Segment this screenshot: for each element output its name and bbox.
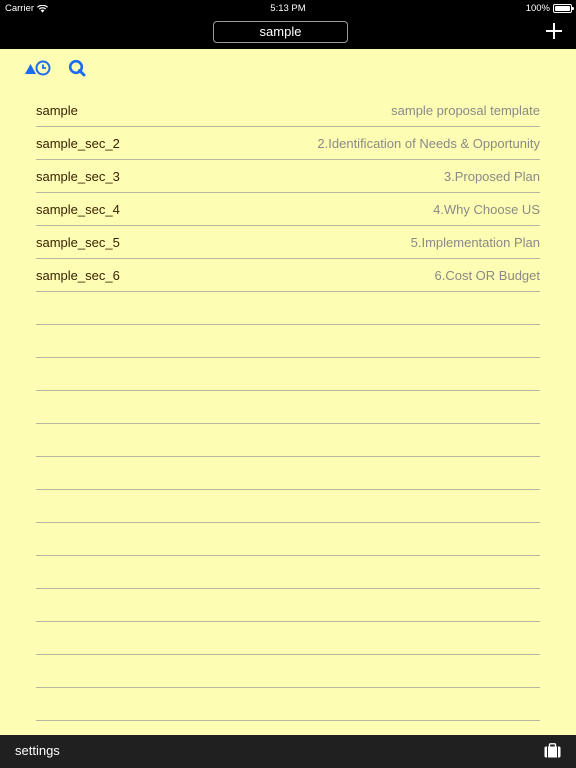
list-item[interactable]: sample_sec_4 4.Why Choose US (36, 193, 540, 226)
list-item-name: sample_sec_5 (36, 235, 120, 250)
battery-icon (553, 4, 574, 13)
list-item-name: sample (36, 103, 78, 118)
empty-list-row[interactable] (36, 655, 540, 688)
battery-percent: 100% (525, 3, 550, 14)
status-time: 5:13 PM (270, 3, 306, 14)
document-title-field[interactable]: sample (213, 21, 348, 43)
empty-list-row[interactable] (36, 622, 540, 655)
empty-list-row[interactable] (36, 292, 540, 325)
navigation-bar: sample (0, 16, 576, 49)
empty-list-row[interactable] (36, 325, 540, 358)
empty-list-row[interactable] (36, 424, 540, 457)
list-item-name: sample_sec_2 (36, 136, 120, 151)
empty-list-row[interactable] (36, 457, 540, 490)
bottom-toolbar: settings (0, 735, 576, 768)
briefcase-icon[interactable] (544, 743, 561, 758)
empty-list-row[interactable] (36, 391, 540, 424)
status-bar: Carrier 5:13 PM 100% (0, 0, 576, 16)
search-icon[interactable] (68, 59, 86, 77)
empty-list-row[interactable] (36, 589, 540, 622)
empty-list-row[interactable] (36, 688, 540, 721)
list-item-description: 5.Implementation Plan (410, 235, 540, 250)
plus-icon[interactable] (546, 23, 562, 39)
list-item-description: 3.Proposed Plan (443, 169, 540, 184)
list-item-description: 4.Why Choose US (433, 202, 540, 217)
empty-list-row[interactable] (36, 523, 540, 556)
empty-list-row[interactable] (36, 358, 540, 391)
list-item-description: sample proposal template (391, 103, 540, 118)
list-item-name: sample_sec_4 (36, 202, 120, 217)
settings-button[interactable]: settings (15, 743, 60, 758)
battery-group: 100% (525, 3, 574, 14)
list-item[interactable]: sample_sec_5 5.Implementation Plan (36, 226, 540, 259)
list-item[interactable]: sample sample proposal template (36, 94, 540, 127)
list-item[interactable]: sample_sec_2 2.Identification of Needs & … (36, 127, 540, 160)
list-item-description: 2.Identification of Needs & Opportunity (317, 136, 540, 151)
list-item-name: sample_sec_3 (36, 169, 120, 184)
list-item[interactable]: sample_sec_3 3.Proposed Plan (36, 160, 540, 193)
list-item-description: 6.Cost OR Budget (434, 268, 541, 283)
list-item[interactable]: sample_sec_6 6.Cost OR Budget (36, 259, 540, 292)
empty-list-row[interactable] (36, 556, 540, 589)
sort-by-time-icon[interactable] (24, 59, 52, 77)
section-list: sample sample proposal template sample_sec… (36, 94, 540, 721)
list-item-name: sample_sec_6 (36, 268, 120, 283)
empty-list-row[interactable] (36, 490, 540, 523)
